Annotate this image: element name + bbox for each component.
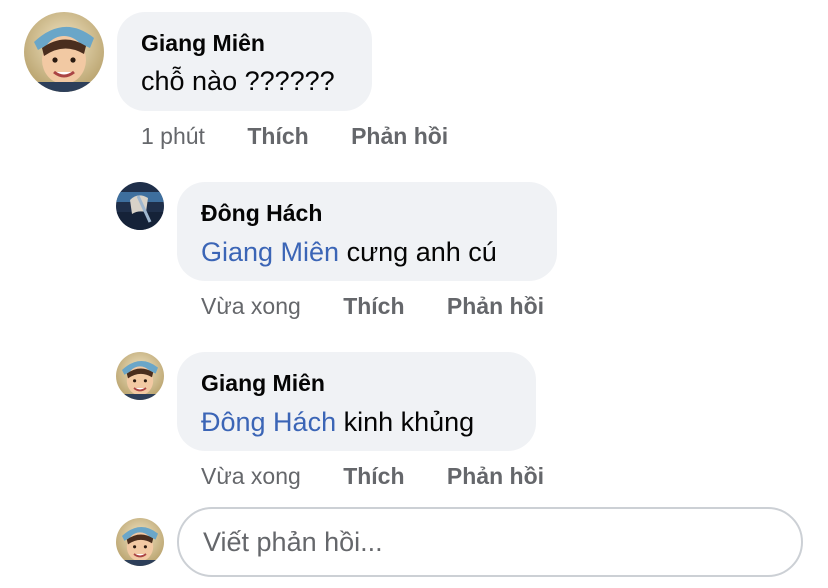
- comment-meta: Vừa xong Thích Phản hồi: [201, 293, 544, 320]
- comment-text-body: chỗ nào ??????: [141, 66, 335, 96]
- avatar-current-user: [116, 518, 164, 566]
- like-button[interactable]: Thích: [343, 293, 404, 319]
- comment-meta: Vừa xong Thích Phản hồi: [201, 463, 544, 490]
- comment-text: Giang Miên cưng anh cú: [201, 237, 497, 268]
- avatar-giang-mien[interactable]: [24, 12, 104, 92]
- comment-text-body: kinh khủng: [336, 407, 475, 437]
- comment-text-body: cưng anh cú: [339, 237, 497, 267]
- comment-text: Đông Hách kinh khủng: [201, 407, 474, 438]
- comment-author[interactable]: Giang Miên: [141, 30, 265, 57]
- comment-time[interactable]: 1 phút: [141, 123, 205, 149]
- reply-input[interactable]: [177, 507, 803, 577]
- reply-button[interactable]: Phản hồi: [447, 463, 544, 489]
- comment-time[interactable]: Vừa xong: [201, 463, 301, 489]
- reply-button[interactable]: Phản hồi: [351, 123, 448, 149]
- comment-author[interactable]: Giang Miên: [201, 370, 325, 397]
- reply-button[interactable]: Phản hồi: [447, 293, 544, 319]
- like-button[interactable]: Thích: [343, 463, 404, 489]
- comment-time[interactable]: Vừa xong: [201, 293, 301, 319]
- avatar-dong-hach[interactable]: [116, 182, 164, 230]
- comment-text: chỗ nào ??????: [141, 66, 335, 97]
- like-button[interactable]: Thích: [247, 123, 308, 149]
- comment-meta: 1 phút Thích Phản hồi: [141, 123, 448, 150]
- comment-author[interactable]: Đông Hách: [201, 200, 322, 227]
- mention-link[interactable]: Đông Hách: [201, 407, 336, 437]
- mention-link[interactable]: Giang Miên: [201, 237, 339, 267]
- avatar-giang-mien[interactable]: [116, 352, 164, 400]
